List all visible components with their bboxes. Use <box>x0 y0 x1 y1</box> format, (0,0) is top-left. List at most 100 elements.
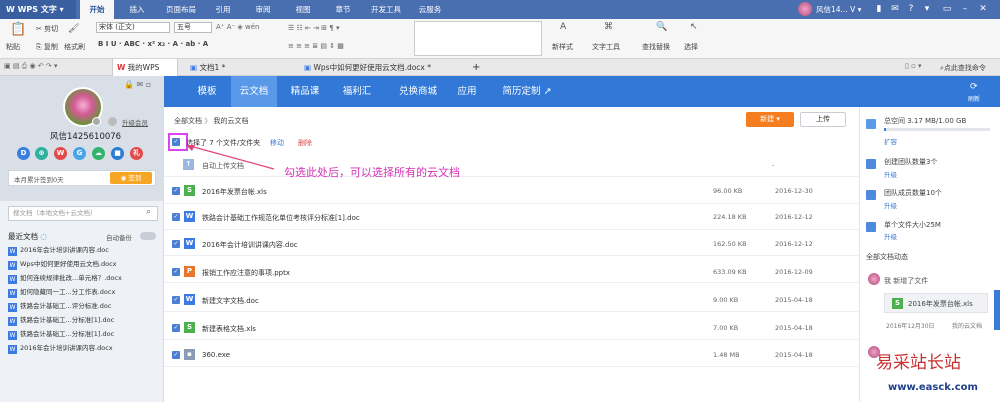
row-checkbox[interactable]: ✓ <box>172 324 180 332</box>
user-avatar-icon[interactable] <box>798 2 812 16</box>
recent-item[interactable]: W 铁路会计基础工...评分标准.doc <box>8 299 111 313</box>
text-tools-icon[interactable]: ⌘ <box>604 22 613 32</box>
app-icon-cloud[interactable]: ☁ <box>92 147 105 160</box>
new-style-button[interactable]: 新样式 <box>552 42 573 52</box>
tab-doc1[interactable]: ▣ 文档1 * <box>186 59 296 76</box>
table-row[interactable] <box>164 286 859 312</box>
refresh-icon[interactable]: ◌ <box>40 232 47 241</box>
member-upgrade-link[interactable]: 升级 <box>884 200 897 210</box>
refresh-icon[interactable]: ⟳ <box>970 82 978 92</box>
nav-cloud-docs[interactable]: 云文档 <box>231 76 277 107</box>
refresh-label[interactable]: 刷新 <box>968 94 980 103</box>
file-name[interactable]: 2016年会计培训讲课内容.doc <box>202 240 298 250</box>
table-row[interactable] <box>164 314 859 340</box>
quick-access-toolbar[interactable]: ▣ ▤ ⎙ ◉ ↶ ↷ ▾ <box>4 62 58 71</box>
app-icon-store[interactable]: ⊕ <box>35 147 48 160</box>
row-checkbox[interactable]: ✓ <box>172 351 180 359</box>
paragraph-list-row[interactable]: ☰ ☷ ⇤ ⇥ ⊞ ¶ ▾ <box>288 24 339 32</box>
app-icon-wps[interactable]: W <box>54 147 67 160</box>
row-checkbox[interactable]: ✓ <box>172 296 180 304</box>
breadcrumb-cloud[interactable]: 我的云文档 <box>213 117 248 125</box>
row-checkbox[interactable]: ✓ <box>172 213 180 221</box>
command-search[interactable]: ⌕点此查找命令 <box>940 63 986 73</box>
new-style-icon[interactable]: A <box>560 22 566 32</box>
auto-backup-toggle[interactable] <box>140 232 156 240</box>
recent-item[interactable]: W 如何隐藏同一工...分工作表.docx <box>8 285 115 299</box>
text-tools-button[interactable]: 文字工具 <box>592 42 620 52</box>
recent-item[interactable]: W 2016年会计培训讲课内容.docx <box>8 341 113 355</box>
select-button[interactable]: 选择 <box>684 42 698 52</box>
paste-icon[interactable]: 📋 <box>10 22 26 37</box>
menu-cloud-service[interactable]: 云服务 <box>412 0 448 19</box>
menu-home[interactable]: 开始 <box>80 0 114 19</box>
app-icon-box[interactable]: ■ <box>111 147 124 160</box>
brush-icon[interactable]: 🖌 <box>68 24 79 34</box>
format-painter-button[interactable]: 格式刷 <box>64 42 85 52</box>
user-name[interactable]: 风信14... V ▾ <box>816 1 861 18</box>
recent-item[interactable]: W 铁路会计基础工...分标准[1].doc <box>8 313 114 327</box>
cursor-icon[interactable]: ↖ <box>690 22 698 32</box>
tab-doc2[interactable]: ▣ Wps中如何更好使用云文档.docx * <box>300 59 465 76</box>
file-name[interactable]: 铁路会计基础工作规范化单位考核评分标准[1].doc <box>202 213 360 223</box>
new-button[interactable]: 新建 ▾ <box>746 112 794 127</box>
recent-item[interactable]: W 铁路会计基础工...分标准[1].doc <box>8 327 114 341</box>
doc-search-input[interactable]: 搜文档（本地文档+云文档） <box>8 206 158 221</box>
paragraph-align-row[interactable]: ≡ ≡ ≡ ≣ ▤ ⇕ ▦ <box>288 42 344 50</box>
menu-developer[interactable]: 开发工具 <box>366 0 406 19</box>
menu-review[interactable]: 审阅 <box>248 0 278 19</box>
table-row[interactable] <box>164 341 859 367</box>
minimize-icon[interactable]: – <box>958 2 972 16</box>
app-icon-gift[interactable]: 礼 <box>130 147 143 160</box>
tab-my-wps[interactable]: W 我的WPS <box>112 59 178 76</box>
nav-resume[interactable]: 简历定制 ↗ <box>494 76 560 107</box>
file-name[interactable]: 报销工作应注意的事项.pptx <box>202 268 290 278</box>
app-icon-g[interactable]: G <box>73 147 86 160</box>
menu-page-layout[interactable]: 页面布局 <box>160 0 202 19</box>
new-tab-button[interactable]: + <box>468 59 482 76</box>
app-icon-docer[interactable]: D <box>17 147 30 160</box>
file-name[interactable]: 新建表格文档.xls <box>202 324 256 334</box>
font-format-row[interactable]: B I U · ABC · x² x₂ · A · ab · A <box>98 40 208 48</box>
nav-benefits[interactable]: 福利汇 <box>334 76 380 107</box>
row-checkbox[interactable]: ✓ <box>172 240 180 248</box>
recent-item[interactable]: W 2016年会计培训讲课内容.doc <box>8 243 109 257</box>
find-replace-button[interactable]: 查找替换 <box>642 42 670 52</box>
recent-item[interactable]: W 如何连续规律批改...单元格？.docx <box>8 271 122 285</box>
scrollbar-thumb[interactable] <box>994 290 1000 330</box>
cut-button[interactable]: ✂ 剪切 <box>36 24 58 34</box>
app-logo-menu[interactable]: W WPS 文字 ▾ <box>0 0 76 19</box>
team-upgrade-link[interactable]: 升级 <box>884 169 897 179</box>
expand-link[interactable]: 扩容 <box>884 136 897 146</box>
style-gallery[interactable] <box>414 21 542 56</box>
font-size-select[interactable]: 五号 <box>174 22 212 33</box>
upload-button[interactable]: 上传 <box>800 112 846 127</box>
upgrade-vip-link[interactable]: 升级会员 <box>122 117 148 127</box>
table-row[interactable] <box>164 178 859 204</box>
nav-courses[interactable]: 精品课 <box>282 76 328 107</box>
left-header-icons[interactable]: 🔒 ✉ ▫ <box>124 80 151 89</box>
row-checkbox[interactable]: ✓ <box>172 187 180 195</box>
file-name[interactable]: 2016年发票台帐.xls <box>202 187 267 197</box>
delete-button[interactable]: 删除 <box>298 138 312 148</box>
tab-toolbar-icons[interactable]: ▯ ▫ ▾ <box>905 62 922 70</box>
menu-references[interactable]: 引用 <box>208 0 238 19</box>
menu-view[interactable]: 视图 <box>288 0 318 19</box>
font-name-select[interactable]: 宋体 (正文) <box>96 22 170 33</box>
nav-templates[interactable]: 模板 <box>188 76 226 107</box>
skin-icon[interactable]: ▮ <box>872 2 886 16</box>
search-icon[interactable]: ⌕ <box>146 207 151 217</box>
menu-insert[interactable]: 插入 <box>122 0 152 19</box>
menu-chapter[interactable]: 章节 <box>328 0 358 19</box>
limit-upgrade-link[interactable]: 升级 <box>884 231 897 241</box>
close-icon[interactable]: ✕ <box>976 2 990 16</box>
copy-button[interactable]: ⎘ 复制 <box>36 42 58 52</box>
breadcrumb-all[interactable]: 全部文档 <box>174 117 202 125</box>
restore-icon[interactable]: ▭ <box>940 2 954 16</box>
help-icon[interactable]: ? <box>904 2 918 16</box>
mail-icon[interactable]: ✉ <box>888 2 902 16</box>
recent-item[interactable]: W Wps中如何更好使用云文档.docx <box>8 257 117 271</box>
paste-button[interactable]: 粘贴 <box>6 42 20 52</box>
file-name[interactable]: 360.exe <box>202 351 230 359</box>
row-checkbox[interactable]: ✓ <box>172 268 180 276</box>
nav-exchange-mall[interactable]: 兑换商城 <box>392 76 444 107</box>
